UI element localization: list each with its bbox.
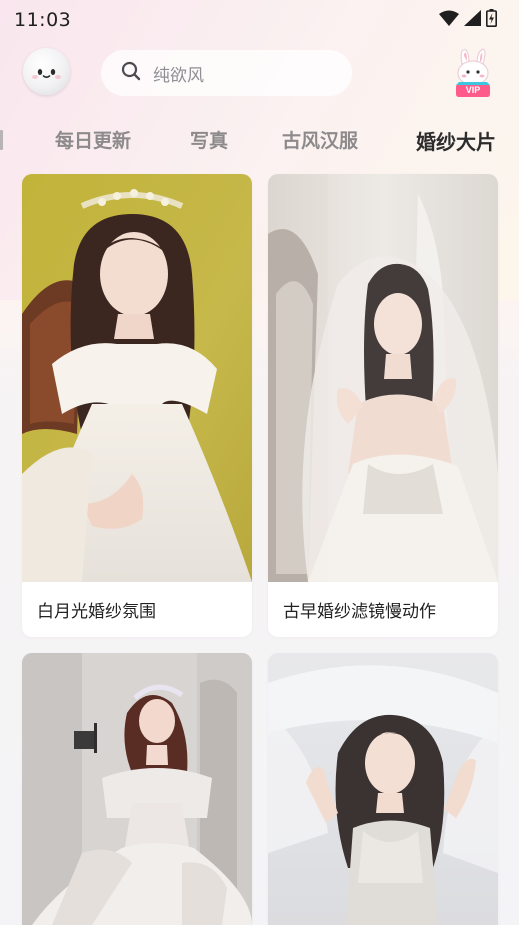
card-title: 古早婚纱滤镜慢动作: [283, 602, 436, 622]
vip-label: VIP: [465, 85, 481, 95]
card-thumbnail: [22, 653, 252, 925]
category-tabs: 每日更新 写真 古风汉服 婚纱大片: [0, 118, 519, 160]
card-thumbnail: [22, 174, 252, 582]
tab-wedding[interactable]: 婚纱大片: [416, 126, 496, 155]
tab-scroll-edge: [0, 130, 3, 150]
tab-photo[interactable]: 写真: [190, 126, 228, 153]
battery-icon: [486, 9, 497, 31]
status-time: 11:03: [14, 9, 72, 31]
video-card[interactable]: 古早婚纱滤镜慢动作: [268, 174, 498, 637]
card-title: 白月光婚纱氛围: [37, 602, 156, 622]
status-bar: 11:03: [0, 0, 519, 40]
search-icon: [121, 61, 141, 85]
video-card[interactable]: [268, 653, 498, 925]
card-thumbnail: [268, 653, 498, 925]
header: 纯欲风 VIP: [0, 44, 519, 104]
video-card[interactable]: 白月光婚纱氛围: [22, 174, 252, 637]
card-thumbnail: [268, 174, 498, 582]
search-placeholder: 纯欲风: [153, 65, 204, 86]
wifi-icon: [439, 10, 459, 30]
cartoon-face-avatar-icon: [32, 69, 61, 79]
cell-signal-icon: [464, 10, 481, 30]
video-card[interactable]: [22, 653, 252, 925]
vip-badge-button[interactable]: VIP: [450, 46, 496, 102]
status-icons: [439, 9, 497, 31]
tab-hanfu[interactable]: 古风汉服: [282, 126, 358, 153]
tab-daily-update[interactable]: 每日更新: [55, 126, 131, 153]
search-bar[interactable]: 纯欲风: [101, 50, 352, 96]
avatar[interactable]: [23, 48, 70, 95]
